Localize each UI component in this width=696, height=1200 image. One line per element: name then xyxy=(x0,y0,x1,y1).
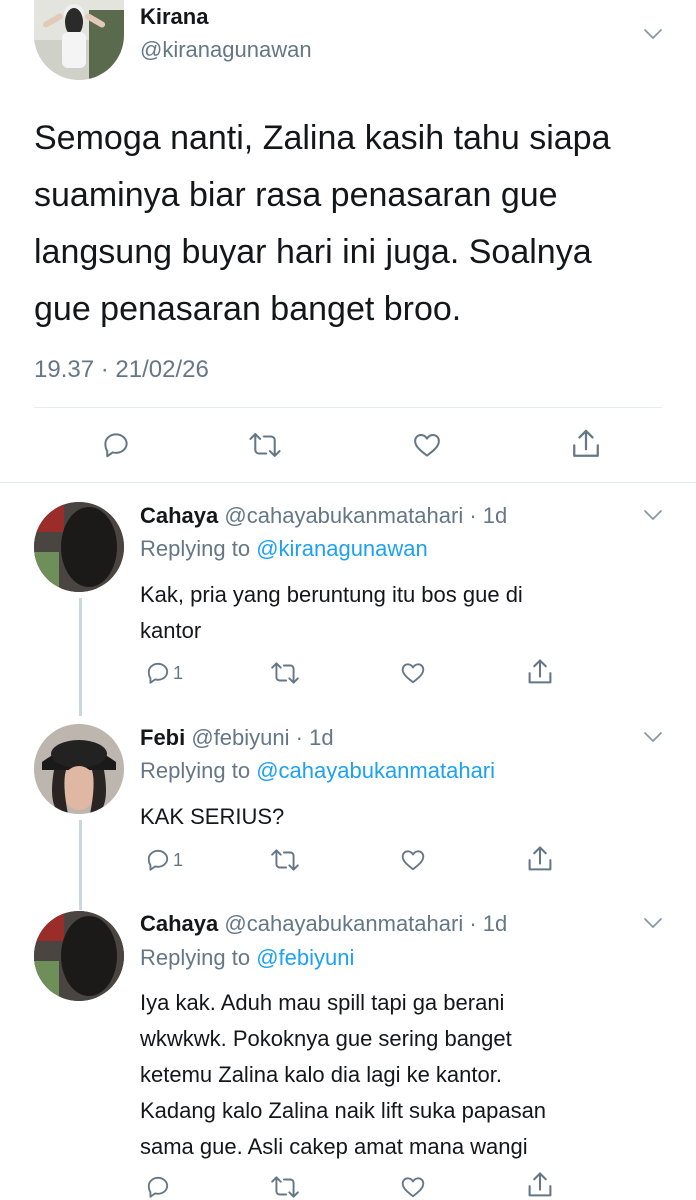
main-tweet-line: suaminya biar rasa penasaran gue xyxy=(34,176,558,214)
replying-to-label: Replying to xyxy=(140,758,251,783)
reply-line: KAK SERIUS? xyxy=(140,804,285,829)
reply-time: · 1d xyxy=(295,725,334,750)
divider xyxy=(34,407,662,408)
reply-icon xyxy=(101,430,131,460)
like-icon xyxy=(399,847,427,873)
replying-to-label: Replying to xyxy=(140,945,251,970)
reply-button[interactable]: 1 xyxy=(145,847,183,873)
reply-line: kantor xyxy=(140,618,202,643)
reply-line: ketemu Zalina kalo dia lagi ke kantor. xyxy=(140,1062,502,1087)
main-tweet-line: gue penasaran banget broo. xyxy=(34,290,462,328)
reply-author-name[interactable]: Cahaya xyxy=(140,503,218,528)
reply-text: Iya kak. Aduh mau spill tapi ga berani w… xyxy=(140,985,546,1165)
reply-text: Kak, pria yang beruntung itu bos gue di … xyxy=(140,577,523,649)
main-tweet-line: langsung buyar hari ini juga. Soalnya xyxy=(34,233,592,271)
main-tweet-line: Semoga nanti, Zalina kasih tahu siapa xyxy=(34,119,611,157)
reply-line: Kadang kalo Zalina naik lift suka papasa… xyxy=(140,1098,547,1123)
avatar[interactable] xyxy=(34,911,124,1001)
retweet-button[interactable] xyxy=(270,660,300,686)
reply-line: sama gue. Asli cakep amat mana wangi xyxy=(140,1134,528,1159)
retweet-icon xyxy=(270,847,300,873)
share-button[interactable] xyxy=(526,1170,554,1200)
replying-to-handle[interactable]: @cahayabukanmatahari xyxy=(256,758,495,783)
reply-line: wkwkwk. Pokoknya gue sering banget xyxy=(140,1026,512,1051)
replying-to-label: Replying to xyxy=(140,536,251,561)
like-button[interactable] xyxy=(411,430,443,460)
reply-author-name[interactable]: Cahaya xyxy=(140,911,218,936)
like-icon xyxy=(411,430,443,460)
retweet-button[interactable] xyxy=(270,1174,300,1200)
avatar[interactable] xyxy=(34,724,124,814)
reply-count: 1 xyxy=(173,662,184,683)
like-button[interactable] xyxy=(399,847,427,873)
avatar[interactable] xyxy=(34,0,124,80)
reply-author-handle[interactable]: @febiyuni xyxy=(191,725,289,750)
reply-line: Iya kak. Aduh mau spill tapi ga berani xyxy=(140,990,505,1015)
thread-line xyxy=(79,820,82,910)
reply-text: KAK SERIUS? xyxy=(140,799,284,835)
replying-to: Replying to @febiyuni xyxy=(140,945,354,971)
reply-count: 1 xyxy=(173,849,184,870)
like-icon xyxy=(399,660,427,686)
replying-to-handle[interactable]: @kiranagunawan xyxy=(256,536,428,561)
retweet-button[interactable] xyxy=(248,430,282,460)
like-button[interactable] xyxy=(399,1174,427,1200)
chevron-down-icon[interactable] xyxy=(641,503,665,527)
share-icon xyxy=(526,844,554,874)
reply-author-handle[interactable]: @cahayabukanmatahari xyxy=(224,911,463,936)
share-button[interactable] xyxy=(526,844,554,874)
reply-time: · 1d xyxy=(469,503,508,528)
share-button[interactable] xyxy=(526,657,554,687)
replying-to-handle[interactable]: @febiyuni xyxy=(256,945,354,970)
reply-icon xyxy=(145,847,171,873)
like-icon xyxy=(399,1174,427,1200)
reply-time: · 1d xyxy=(469,911,508,936)
retweet-button[interactable] xyxy=(270,847,300,873)
reply-icon xyxy=(145,1174,171,1200)
divider xyxy=(0,482,696,483)
retweet-icon xyxy=(270,660,300,686)
main-author-name[interactable]: Kirana xyxy=(140,4,208,30)
thread-line xyxy=(79,598,82,716)
reply-line: Kak, pria yang beruntung itu bos gue di xyxy=(140,582,523,607)
reply-header: Cahaya @cahayabukanmatahari · 1d xyxy=(140,911,507,937)
like-button[interactable] xyxy=(399,660,427,686)
reply-button[interactable] xyxy=(101,430,131,460)
reply-author-handle[interactable]: @cahayabukanmatahari xyxy=(224,503,463,528)
share-icon xyxy=(526,1170,554,1200)
reply-author-name[interactable]: Febi xyxy=(140,725,185,750)
reply-header: Febi @febiyuni · 1d xyxy=(140,725,334,751)
replying-to: Replying to @kiranagunawan xyxy=(140,536,428,562)
share-button[interactable] xyxy=(570,427,602,461)
share-icon xyxy=(570,427,602,461)
chevron-down-icon[interactable] xyxy=(641,725,665,749)
retweet-icon xyxy=(248,430,282,460)
main-tweet-timestamp[interactable]: 19.37 · 21/02/26 xyxy=(34,356,209,384)
main-tweet-text: Semoga nanti, Zalina kasih tahu siapa su… xyxy=(34,110,610,338)
retweet-icon xyxy=(270,1174,300,1200)
chevron-down-icon[interactable] xyxy=(641,911,665,935)
replying-to: Replying to @cahayabukanmatahari xyxy=(140,758,495,784)
reply-icon xyxy=(145,660,171,686)
reply-button[interactable]: 1 xyxy=(145,660,183,686)
avatar[interactable] xyxy=(34,502,124,592)
main-author-handle[interactable]: @kiranagunawan xyxy=(140,37,312,63)
reply-header: Cahaya @cahayabukanmatahari · 1d xyxy=(140,503,507,529)
share-icon xyxy=(526,657,554,687)
reply-button[interactable] xyxy=(145,1174,171,1200)
chevron-down-icon[interactable] xyxy=(641,22,665,46)
